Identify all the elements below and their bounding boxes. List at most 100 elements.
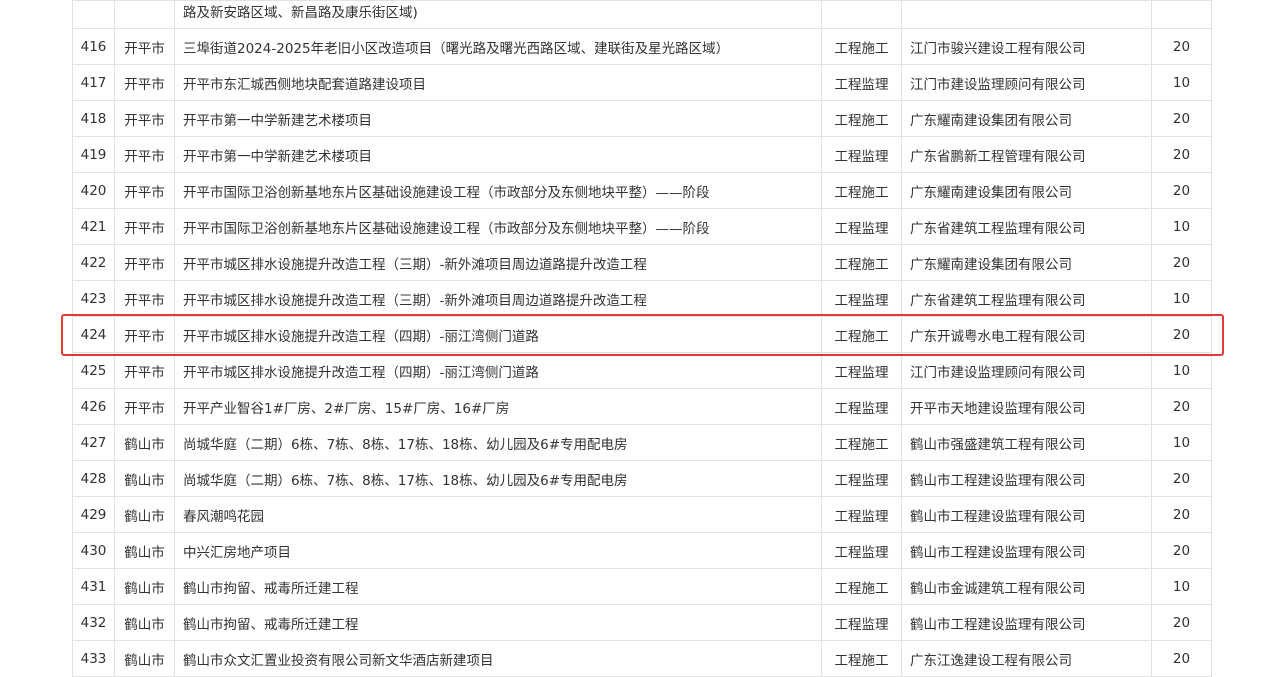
cell-no: 424 xyxy=(72,316,115,353)
cell-project: 开平市城区排水设施提升改造工程（四期）-丽江湾侧门道路 xyxy=(174,352,822,389)
cell-score: 10 xyxy=(1151,208,1212,245)
cell-company: 广东耀南建设集团有限公司 xyxy=(901,100,1152,137)
cell-company: 广东江逸建设工程有限公司 xyxy=(901,640,1152,677)
table-row: 425 开平市 开平市城区排水设施提升改造工程（四期）-丽江湾侧门道路 工程监理 江门市… xyxy=(72,352,1212,389)
cell-city: 鹤山市 xyxy=(114,604,175,641)
project-table: 路及新安路区域、新昌路及康乐街区域) 416 开平市 三埠街道2024-2025年老… xyxy=(72,0,1212,677)
cell-score: 10 xyxy=(1151,352,1212,389)
cell-no: 431 xyxy=(72,568,115,605)
cell-company xyxy=(901,0,1152,29)
table-row: 422 开平市 开平市城区排水设施提升改造工程（三期）-新外滩项目周边道路提升改造工… xyxy=(72,244,1212,281)
table-row: 431 鹤山市 鹤山市拘留、戒毒所迁建工程 工程施工 鹤山市金诚建筑工程有限公司 10 xyxy=(72,568,1212,605)
cell-project: 开平市城区排水设施提升改造工程（四期）-丽江湾侧门道路 xyxy=(174,316,822,353)
cell-score: 10 xyxy=(1151,424,1212,461)
cell-type: 工程监理 xyxy=(821,532,902,569)
cell-project: 三埠街道2024-2025年老旧小区改造项目（曙光路及曙光西路区域、建联街及星光… xyxy=(174,28,822,65)
cell-company: 广东开诚粤水电工程有限公司 xyxy=(901,316,1152,353)
cell-city: 鹤山市 xyxy=(114,640,175,677)
cell-city: 开平市 xyxy=(114,280,175,317)
cell-no: 422 xyxy=(72,244,115,281)
cell-project: 开平市城区排水设施提升改造工程（三期）-新外滩项目周边道路提升改造工程 xyxy=(174,280,822,317)
cell-type: 工程监理 xyxy=(821,496,902,533)
cell-company: 鹤山市工程建设监理有限公司 xyxy=(901,532,1152,569)
cell-score: 20 xyxy=(1151,460,1212,497)
cell-type: 工程施工 xyxy=(821,640,902,677)
cell-no: 418 xyxy=(72,100,115,137)
cell-no: 430 xyxy=(72,532,115,569)
cell-type: 工程施工 xyxy=(821,568,902,605)
cell-type: 工程施工 xyxy=(821,100,902,137)
cell-city: 开平市 xyxy=(114,136,175,173)
cell-company: 开平市天地建设监理有限公司 xyxy=(901,388,1152,425)
cell-project: 鹤山市拘留、戒毒所迁建工程 xyxy=(174,604,822,641)
cell-city: 开平市 xyxy=(114,352,175,389)
cell-city: 开平市 xyxy=(114,28,175,65)
cell-score: 10 xyxy=(1151,568,1212,605)
cell-city: 开平市 xyxy=(114,244,175,281)
table-row: 421 开平市 开平市国际卫浴创新基地东片区基础设施建设工程（市政部分及东侧地块平整… xyxy=(72,208,1212,245)
table-row: 429 鹤山市 春风潮鸣花园 工程监理 鹤山市工程建设监理有限公司 20 xyxy=(72,496,1212,533)
cell-city: 鹤山市 xyxy=(114,424,175,461)
table-row: 432 鹤山市 鹤山市拘留、戒毒所迁建工程 工程监理 鹤山市工程建设监理有限公司 20 xyxy=(72,604,1212,641)
cell-score: 20 xyxy=(1151,172,1212,209)
cell-project: 开平市第一中学新建艺术楼项目 xyxy=(174,136,822,173)
cell-project: 路及新安路区域、新昌路及康乐街区域) xyxy=(174,0,822,29)
cell-type: 工程监理 xyxy=(821,136,902,173)
cell-score: 10 xyxy=(1151,64,1212,101)
cell-company: 江门市骏兴建设工程有限公司 xyxy=(901,28,1152,65)
cell-type: 工程监理 xyxy=(821,352,902,389)
table-row: 423 开平市 开平市城区排水设施提升改造工程（三期）-新外滩项目周边道路提升改造工… xyxy=(72,280,1212,317)
table-row: 420 开平市 开平市国际卫浴创新基地东片区基础设施建设工程（市政部分及东侧地块平整… xyxy=(72,172,1212,209)
cell-city: 鹤山市 xyxy=(114,568,175,605)
cell-no: 421 xyxy=(72,208,115,245)
table-row: 416 开平市 三埠街道2024-2025年老旧小区改造项目（曙光路及曙光西路区域、… xyxy=(72,28,1212,65)
cell-type: 工程施工 xyxy=(821,244,902,281)
cell-type: 工程施工 xyxy=(821,316,902,353)
cell-project: 开平市第一中学新建艺术楼项目 xyxy=(174,100,822,137)
cell-project: 开平市东汇城西侧地块配套道路建设项目 xyxy=(174,64,822,101)
table-row: 427 鹤山市 尚城华庭（二期）6栋、7栋、8栋、17栋、18栋、幼儿园及6#专用配… xyxy=(72,424,1212,461)
cell-type: 工程监理 xyxy=(821,388,902,425)
cell-type: 工程监理 xyxy=(821,280,902,317)
cell-score: 20 xyxy=(1151,100,1212,137)
cell-company: 鹤山市强盛建筑工程有限公司 xyxy=(901,424,1152,461)
cell-company: 广东省建筑工程监理有限公司 xyxy=(901,280,1152,317)
cell-type: 工程监理 xyxy=(821,64,902,101)
table-row: 418 开平市 开平市第一中学新建艺术楼项目 工程施工 广东耀南建设集团有限公司 20 xyxy=(72,100,1212,137)
cell-score xyxy=(1151,0,1212,29)
cell-score: 20 xyxy=(1151,136,1212,173)
cell-city: 开平市 xyxy=(114,100,175,137)
cell-city: 鹤山市 xyxy=(114,460,175,497)
cell-city: 开平市 xyxy=(114,388,175,425)
cell-no: 426 xyxy=(72,388,115,425)
cell-company: 江门市建设监理顾问有限公司 xyxy=(901,352,1152,389)
cell-score: 10 xyxy=(1151,280,1212,317)
cell-score: 20 xyxy=(1151,244,1212,281)
cell-project: 开平产业智谷1#厂房、2#厂房、15#厂房、16#厂房 xyxy=(174,388,822,425)
cell-city: 开平市 xyxy=(114,316,175,353)
table-row: 430 鹤山市 中兴汇房地产项目 工程监理 鹤山市工程建设监理有限公司 20 xyxy=(72,532,1212,569)
cell-company: 广东耀南建设集团有限公司 xyxy=(901,244,1152,281)
cell-type: 工程监理 xyxy=(821,208,902,245)
cell-company: 鹤山市工程建设监理有限公司 xyxy=(901,460,1152,497)
table-row: 417 开平市 开平市东汇城西侧地块配套道路建设项目 工程监理 江门市建设监理顾问有限公… xyxy=(72,64,1212,101)
cell-score: 20 xyxy=(1151,388,1212,425)
cell-project: 开平市国际卫浴创新基地东片区基础设施建设工程（市政部分及东侧地块平整）——阶段 xyxy=(174,172,822,209)
cell-no: 420 xyxy=(72,172,115,209)
table-row: 433 鹤山市 鹤山市众文汇置业投资有限公司新文华酒店新建项目 工程施工 广东江逸建设工… xyxy=(72,640,1212,677)
cell-company: 广东耀南建设集团有限公司 xyxy=(901,172,1152,209)
cell-city: 鹤山市 xyxy=(114,532,175,569)
table-row: 419 开平市 开平市第一中学新建艺术楼项目 工程监理 广东省鹏新工程管理有限公司 20 xyxy=(72,136,1212,173)
cell-no: 432 xyxy=(72,604,115,641)
cell-company: 鹤山市工程建设监理有限公司 xyxy=(901,496,1152,533)
cell-type: 工程监理 xyxy=(821,604,902,641)
cell-score: 20 xyxy=(1151,316,1212,353)
cell-type: 工程施工 xyxy=(821,172,902,209)
cell-score: 20 xyxy=(1151,532,1212,569)
table-row-highlighted: 424 开平市 开平市城区排水设施提升改造工程（四期）-丽江湾侧门道路 工程施工 广东开… xyxy=(72,316,1212,353)
cell-project: 鹤山市众文汇置业投资有限公司新文华酒店新建项目 xyxy=(174,640,822,677)
table-row: 428 鹤山市 尚城华庭（二期）6栋、7栋、8栋、17栋、18栋、幼儿园及6#专用配… xyxy=(72,460,1212,497)
cell-company: 江门市建设监理顾问有限公司 xyxy=(901,64,1152,101)
cell-no: 433 xyxy=(72,640,115,677)
cell-no: 417 xyxy=(72,64,115,101)
